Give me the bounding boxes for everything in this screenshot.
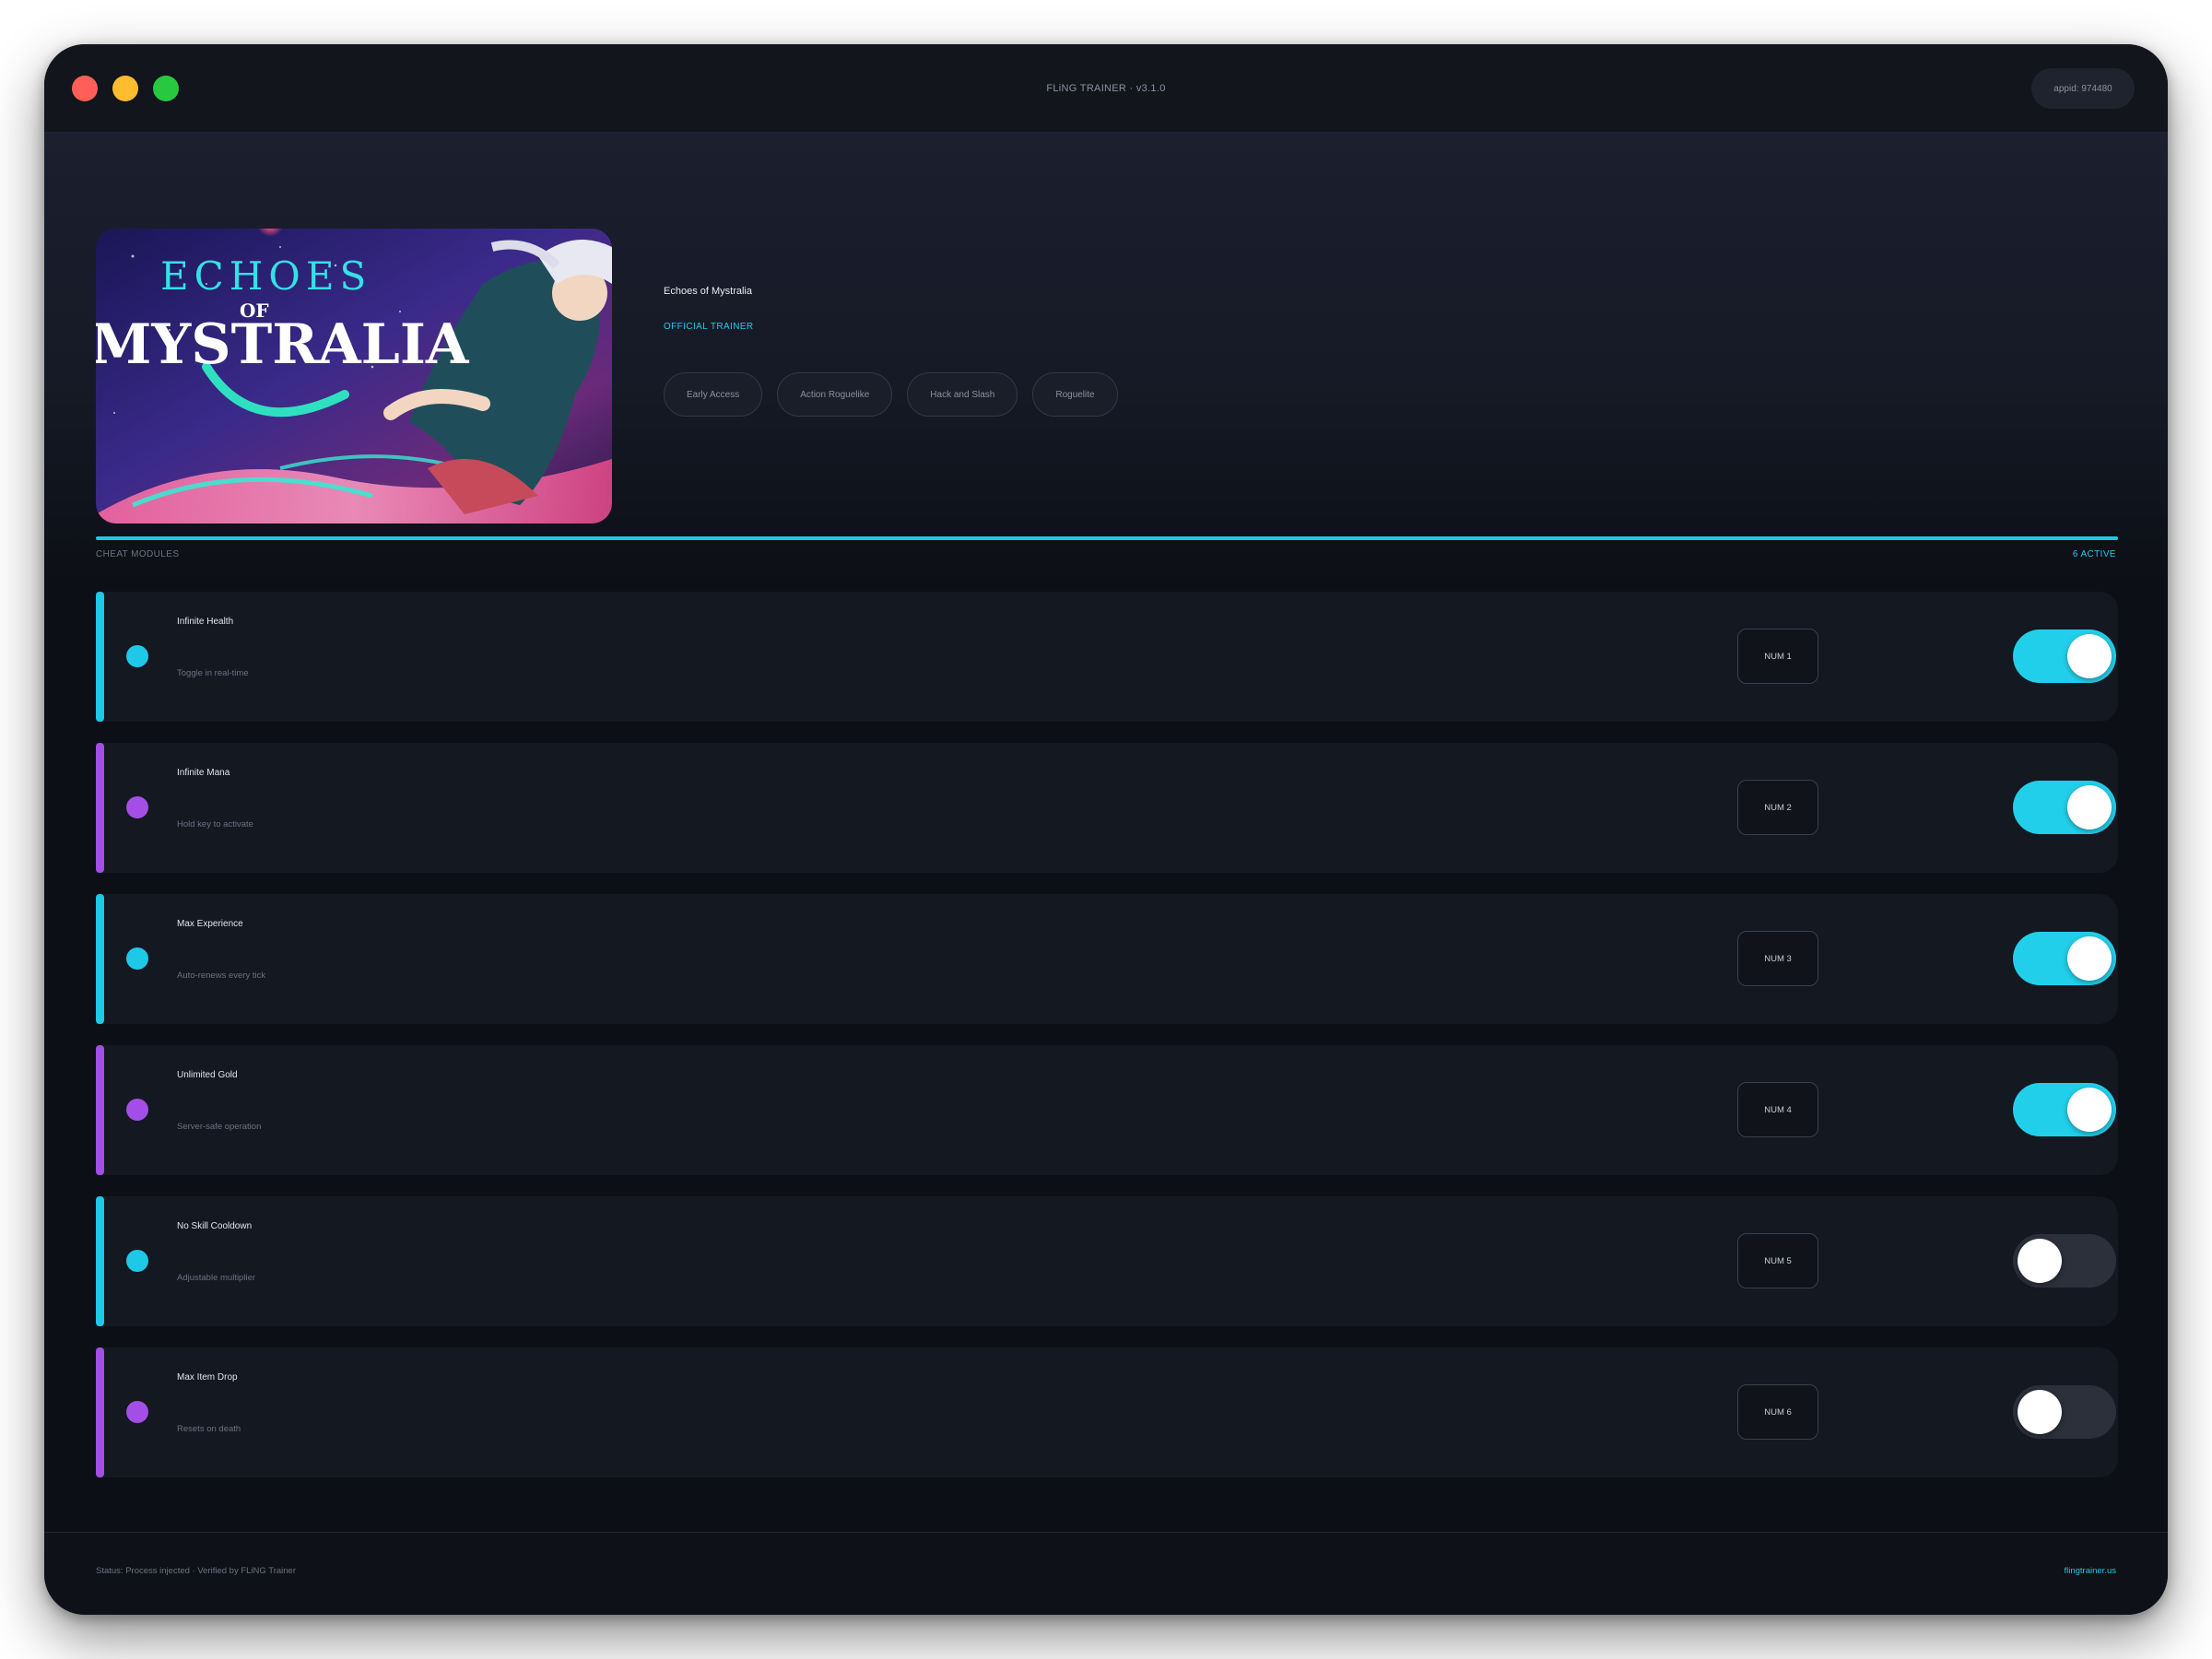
cheat-row: Max Experience Auto-renews every tick NU…: [96, 894, 2118, 1024]
hotkey-badge[interactable]: NUM 2: [1737, 780, 1818, 835]
toggle-knob: [2018, 1239, 2062, 1283]
status-footer: Status: Process injected · Verified by F…: [44, 1532, 2168, 1615]
cheat-toggle-switch[interactable]: [2013, 1083, 2116, 1136]
cheat-description: Server-safe operation: [177, 1122, 262, 1132]
cheat-row: Unlimited Gold Server-safe operation NUM…: [96, 1045, 2118, 1175]
cheat-row: Infinite Mana Hold key to activate NUM 2: [96, 743, 2118, 873]
toggle-knob: [2018, 1390, 2062, 1434]
accent-bar: [96, 1347, 104, 1477]
status-dot: [126, 645, 148, 667]
status-text: Status: Process injected · Verified by F…: [96, 1566, 297, 1576]
accent-bar: [96, 894, 104, 1024]
status-dot: [126, 1250, 148, 1272]
status-dot: [126, 947, 148, 970]
cheat-toggle-switch[interactable]: [2013, 932, 2116, 985]
cheat-description: Adjustable multiplier: [177, 1273, 256, 1283]
cheat-toggle-switch[interactable]: [2013, 1385, 2116, 1439]
cheat-description: Hold key to activate: [177, 819, 253, 830]
toggle-knob: [2067, 785, 2112, 830]
cheat-toggle-switch[interactable]: [2013, 781, 2116, 834]
cheat-list: Infinite Health Toggle in real-time NUM …: [96, 592, 2118, 1499]
cheat-toggle-switch[interactable]: [2013, 629, 2116, 683]
cheat-name: No Skill Cooldown: [177, 1221, 253, 1231]
toggle-knob: [2067, 936, 2112, 981]
cheat-name: Infinite Health: [177, 617, 234, 627]
toggle-knob: [2067, 1088, 2112, 1132]
official-trainer-label: OFFICIAL TRAINER: [664, 322, 754, 332]
tag-chip[interactable]: Hack and Slash: [907, 372, 1018, 417]
cheat-description: Toggle in real-time: [177, 668, 249, 678]
cover-title-line1: ECHOES: [160, 253, 371, 299]
tag-chip[interactable]: Roguelite: [1032, 372, 1118, 417]
cheat-row: No Skill Cooldown Adjustable multiplier …: [96, 1196, 2118, 1326]
module-divider: [96, 536, 2118, 540]
tag-chip[interactable]: Early Access: [664, 372, 763, 417]
cheat-row: Max Item Drop Resets on death NUM 6: [96, 1347, 2118, 1477]
active-count: 6 ACTIVE: [2072, 549, 2116, 559]
hotkey-badge[interactable]: NUM 1: [1737, 629, 1818, 684]
cover-title-line3: MYSTRALIA: [96, 312, 470, 377]
toggle-knob: [2067, 634, 2112, 678]
cheat-name: Unlimited Gold: [177, 1070, 238, 1080]
tag-chip[interactable]: Action Roguelike: [777, 372, 893, 417]
cheat-name: Max Experience: [177, 919, 243, 929]
game-title: Echoes of Mystralia: [664, 286, 752, 297]
cheat-toggle-switch[interactable]: [2013, 1234, 2116, 1288]
cheat-modules-heading: CHEAT MODULES: [96, 549, 180, 559]
accent-bar: [96, 743, 104, 873]
cheat-name: Max Item Drop: [177, 1372, 238, 1382]
cheat-description: Auto-renews every tick: [177, 971, 266, 981]
accent-bar: [96, 1045, 104, 1175]
cheat-description: Resets on death: [177, 1424, 241, 1434]
cheat-row: Infinite Health Toggle in real-time NUM …: [96, 592, 2118, 722]
game-hero: ECHOES OF MYSTRALIA Echoes of Mystralia …: [44, 133, 2168, 582]
game-tags: Early Access Action Roguelike Hack and S…: [664, 372, 1118, 417]
cheat-name: Infinite Mana: [177, 768, 230, 778]
title-bar: FLiNG TRAINER · v3.1.0 appid: 974480: [44, 44, 2168, 133]
hotkey-badge[interactable]: NUM 3: [1737, 931, 1818, 986]
status-dot: [126, 796, 148, 818]
status-dot: [126, 1099, 148, 1121]
window-title: FLiNG TRAINER · v3.1.0: [1046, 83, 1166, 94]
status-dot: [126, 1401, 148, 1423]
hotkey-badge[interactable]: NUM 6: [1737, 1384, 1818, 1440]
accent-bar: [96, 1196, 104, 1326]
website-link[interactable]: flingtrainer.us: [2064, 1566, 2116, 1576]
trainer-window: FLiNG TRAINER · v3.1.0 appid: 974480 ECH…: [44, 44, 2168, 1615]
hotkey-badge[interactable]: NUM 5: [1737, 1233, 1818, 1288]
hotkey-badge[interactable]: NUM 4: [1737, 1082, 1818, 1137]
game-cover-image: ECHOES OF MYSTRALIA: [96, 229, 612, 524]
accent-bar: [96, 592, 104, 722]
appid-badge: appid: 974480: [2031, 68, 2135, 109]
